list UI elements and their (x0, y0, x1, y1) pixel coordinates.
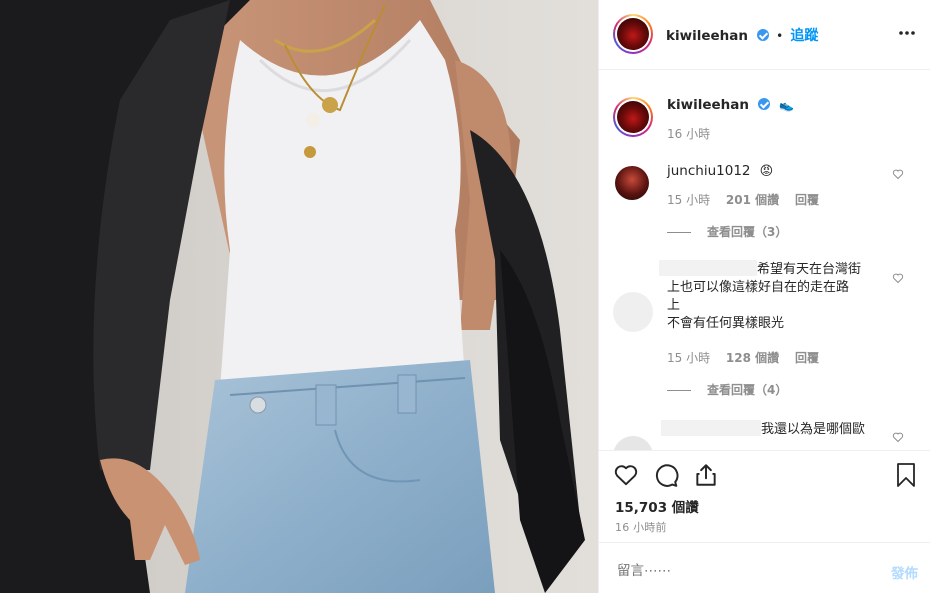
comment-likes[interactable]: 201 個讚 (726, 193, 779, 207)
hidden-username (661, 420, 761, 436)
view-replies-button[interactable]: 查看回覆（4） (667, 381, 787, 398)
share-icon[interactable] (693, 462, 719, 488)
verified-badge-icon (757, 29, 770, 41)
post-timestamp[interactable]: 16 小時前 (615, 519, 667, 535)
comment-time: 15 小時 (667, 193, 711, 207)
comments-list[interactable]: kiwileehan 👟 16 小時 junchiu1012 😡 15 小時 2… (599, 70, 930, 450)
hidden-username (659, 260, 757, 276)
commenter-avatar[interactable] (615, 166, 649, 200)
more-options-icon[interactable] (898, 24, 916, 42)
author-avatar[interactable] (613, 14, 653, 54)
commenter-avatar[interactable] (613, 292, 653, 332)
angry-emoji: 😡 (759, 164, 774, 179)
commenter-avatar[interactable] (613, 436, 653, 450)
comment-like-heart-icon[interactable] (892, 168, 904, 180)
comment-like-heart-icon[interactable] (892, 272, 904, 284)
verified-badge-icon (758, 98, 771, 110)
photo-illustration (0, 0, 598, 593)
caption-username[interactable]: kiwileehan (667, 97, 749, 113)
comment-text: 我還以為是哪個歐 (761, 422, 866, 437)
post-actions: 15,703 個讚 16 小時前 (599, 450, 930, 544)
post-header: kiwileehan • 追蹤 (599, 0, 930, 70)
reply-button[interactable]: 回覆 (795, 193, 819, 207)
caption: kiwileehan 👟 16 小時 (599, 70, 930, 150)
comment-text: 上也可以像這樣好自在的走在路 (667, 280, 850, 295)
comment-like-heart-icon[interactable] (892, 431, 904, 443)
comment-bubble-icon[interactable] (653, 462, 679, 488)
bookmark-save-icon[interactable] (894, 462, 918, 488)
comment-text: 不會有任何異樣眼光 (667, 316, 785, 331)
comment-text: 希望有天在台灣街 (757, 262, 862, 277)
like-heart-icon[interactable] (613, 462, 639, 488)
sneaker-emoji: 👟 (779, 98, 795, 112)
view-replies-button[interactable]: 查看回覆（3） (667, 223, 787, 240)
follow-button[interactable]: 追蹤 (790, 28, 818, 44)
comment-item: 希望有天在台灣街 上也可以像這樣好自在的走在路 上 不會有任何異樣眼光 15 小… (599, 254, 930, 404)
comment-time: 15 小時 (667, 351, 711, 365)
post-photo[interactable] (0, 0, 598, 593)
comment-likes[interactable]: 128 個讚 (726, 351, 779, 365)
reply-button[interactable]: 回覆 (795, 351, 819, 365)
like-count[interactable]: 15,703 個讚 (615, 496, 699, 516)
author-username[interactable]: kiwileehan (666, 28, 748, 44)
comment-item: 我還以為是哪個歐 (599, 414, 930, 450)
commenter-username[interactable]: junchiu1012 (667, 163, 751, 179)
caption-avatar[interactable] (613, 97, 653, 137)
caption-time: 16 小時 (667, 127, 711, 141)
comment-composer: 發佈 (599, 542, 930, 594)
comment-input[interactable] (615, 559, 859, 583)
separator-dot: • (776, 29, 784, 43)
post-side-panel: kiwileehan • 追蹤 kiwileehan 👟 16 小時 junch… (598, 0, 930, 593)
post-comment-button[interactable]: 發佈 (891, 562, 918, 582)
comment-text: 上 (667, 298, 681, 313)
comment-item: junchiu1012 😡 15 小時 201 個讚 回覆 查看回覆（3） (599, 154, 930, 244)
